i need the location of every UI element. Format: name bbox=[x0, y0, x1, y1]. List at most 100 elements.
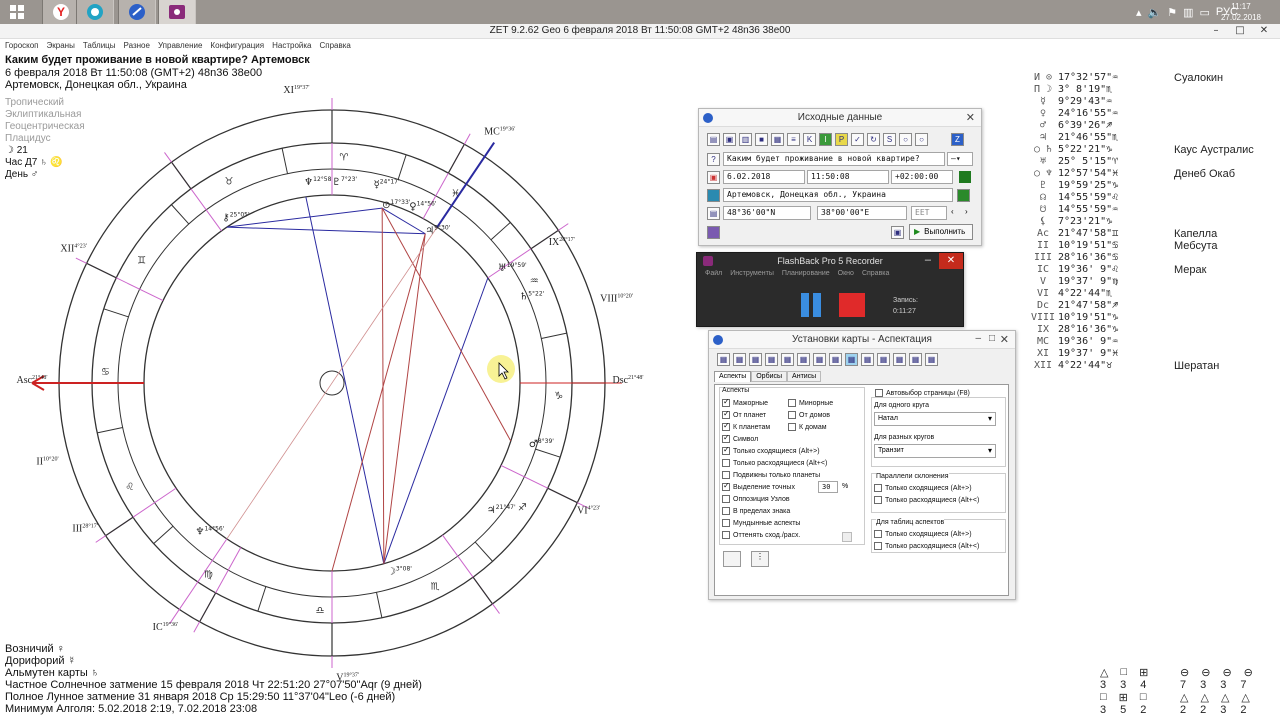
question-field[interactable]: Каким будет проживание в новой квартире? bbox=[723, 152, 945, 166]
flag-icon[interactable]: ⚑ bbox=[1167, 6, 1177, 19]
copy-data-icon[interactable]: ▣ bbox=[891, 226, 904, 239]
question-dropdown[interactable]: –▾ bbox=[947, 152, 973, 166]
tool-icon-7[interactable]: ▦ bbox=[813, 353, 826, 366]
map-icon[interactable] bbox=[957, 189, 970, 202]
longitude-field[interactable]: 38°00'00"E bbox=[817, 206, 907, 220]
planet-row[interactable]: ☿ 9°29'43"♒ bbox=[1028, 96, 1254, 108]
pause-button[interactable] bbox=[801, 293, 823, 317]
tool-icon-10[interactable]: ▦ bbox=[861, 353, 874, 366]
aspect-option-check[interactable]: Выделение точных bbox=[722, 481, 827, 493]
timezone-field[interactable]: +02:00:00 bbox=[891, 170, 953, 184]
fb-menu-file[interactable]: Файл bbox=[705, 270, 722, 277]
tool-icon-9[interactable]: ▦ bbox=[845, 353, 858, 366]
aspect-option-check[interactable]: К домам bbox=[788, 421, 833, 433]
planet-row[interactable]: IC 19°36' 9"♌ Мерак bbox=[1028, 264, 1254, 276]
close-icon[interactable]: ✕ bbox=[939, 253, 963, 269]
planet-row[interactable]: IX 28°16'36"♑ bbox=[1028, 324, 1254, 336]
planet-row[interactable]: ♂ 6°39'26"♐ bbox=[1028, 120, 1254, 132]
tab-aspects[interactable]: Аспекты bbox=[714, 371, 752, 382]
place-field[interactable]: Артемовск, Донецкая обл., Украина bbox=[723, 188, 953, 202]
z-icon[interactable]: Z bbox=[951, 133, 964, 146]
aspect-option-check[interactable]: Символ bbox=[722, 433, 827, 445]
taskbar-app-yandex[interactable]: Y bbox=[42, 0, 80, 24]
tool-icon-12[interactable]: ▦ bbox=[893, 353, 906, 366]
planet-row[interactable]: П ☽ 3° 8'19"♏ bbox=[1028, 84, 1254, 96]
start-button[interactable] bbox=[0, 0, 34, 24]
aspect-option-check[interactable]: Только расходящиеся (Alt+<) bbox=[722, 457, 827, 469]
k-icon[interactable]: K bbox=[803, 133, 816, 146]
tool-icon-8[interactable]: ▦ bbox=[829, 353, 842, 366]
tool-icon-6[interactable]: ▦ bbox=[797, 353, 810, 366]
prev-icon[interactable]: ‹ bbox=[951, 207, 954, 216]
parallels-separating-check[interactable]: Только расходящиеся (Alt+<) bbox=[874, 494, 979, 506]
planet-row[interactable]: V 19°37' 9"♍ bbox=[1028, 276, 1254, 288]
flashback-titlebar[interactable]: FlashBack Pro 5 Recorder – ✕ bbox=[697, 253, 963, 270]
aspect-option-check[interactable]: Минорные bbox=[788, 397, 833, 409]
close-button[interactable]: ✕ bbox=[1252, 24, 1276, 39]
run-button[interactable]: ▶ Выполнить bbox=[909, 224, 973, 240]
horoscope-wheel[interactable]: ♑ ♒ ♓ ♈ ♉ ♊ ♋ ♌ ♍ ♎ ♏ ♐ XI19°37' MC19°36' IX28°17' VIII… bbox=[0, 50, 700, 680]
maximize-button[interactable]: □ bbox=[1228, 24, 1252, 39]
next-icon[interactable]: › bbox=[965, 207, 968, 216]
minimize-icon[interactable]: – bbox=[925, 254, 931, 266]
tool-icon-11[interactable]: ▦ bbox=[877, 353, 890, 366]
planet-row[interactable]: ⚸ 7°23'21"♑ bbox=[1028, 216, 1254, 228]
planet-row[interactable]: ♇ 19°59'25"♑ bbox=[1028, 180, 1254, 192]
aspect-settings-titlebar[interactable]: Установки карты - Аспектация – □ ✕ bbox=[709, 331, 1015, 349]
apply-button[interactable] bbox=[723, 551, 741, 567]
tool-icon-14[interactable]: ▦ bbox=[925, 353, 938, 366]
planet-row[interactable]: ♀ 24°16'55"♒ bbox=[1028, 108, 1254, 120]
planet-row[interactable]: ○ ♄ 5°22'21"♑ Каус Аустралис bbox=[1028, 144, 1254, 156]
message-icon[interactable]: ▭ bbox=[1200, 6, 1210, 19]
planet-row[interactable]: MC 19°36' 9"♒ bbox=[1028, 336, 1254, 348]
table-icon[interactable]: ▦ bbox=[771, 133, 784, 146]
stop-button[interactable] bbox=[839, 293, 865, 317]
diff-circle-select[interactable]: Транзит bbox=[874, 444, 996, 458]
check-icon[interactable]: ✓ bbox=[851, 133, 864, 146]
fb-menu-window[interactable]: Окно bbox=[838, 270, 854, 277]
planet-row[interactable]: VIII 10°19'51"♑ bbox=[1028, 312, 1254, 324]
taskbar-app-zet[interactable] bbox=[118, 0, 156, 24]
minimize-button[interactable]: – bbox=[1204, 24, 1228, 39]
planet-row[interactable]: Ac 21°47'58"♊ Капелла bbox=[1028, 228, 1254, 240]
planet-row[interactable]: ☋ 14°55'59"♒ bbox=[1028, 204, 1254, 216]
tool-icon-3[interactable]: ▦ bbox=[749, 353, 762, 366]
tables-converging-check[interactable]: Только сходящиеся (Alt+>) bbox=[874, 528, 979, 540]
tab-antiscia[interactable]: Антисы bbox=[787, 371, 822, 382]
tab-orbs[interactable]: Орбисы bbox=[751, 371, 788, 382]
exact-percent-field[interactable]: 30 bbox=[818, 481, 838, 493]
tool-icon-13[interactable]: ▦ bbox=[909, 353, 922, 366]
minimize-icon[interactable]: – bbox=[975, 333, 981, 344]
maximize-icon[interactable]: □ bbox=[989, 333, 995, 344]
date-field[interactable]: 6.02.2018 bbox=[723, 170, 805, 184]
aspect-option-check[interactable]: Оппозиция Узлов bbox=[722, 493, 827, 505]
tzname-field[interactable]: EET bbox=[911, 206, 947, 220]
aspect-option-check[interactable]: В пределах знака bbox=[722, 505, 827, 517]
planet-row[interactable]: III 28°16'36"♋ bbox=[1028, 252, 1254, 264]
fb-menu-help[interactable]: Справка bbox=[862, 270, 889, 277]
tz-color-icon[interactable] bbox=[959, 171, 971, 183]
shade-color-box[interactable] bbox=[842, 532, 852, 542]
planet-row[interactable]: XI 19°37' 9"♓ bbox=[1028, 348, 1254, 360]
taskbar-app-globe[interactable] bbox=[76, 0, 114, 24]
settings-icon[interactable] bbox=[707, 226, 720, 239]
save-icon[interactable]: ■ bbox=[755, 133, 768, 146]
aspect-option-check[interactable]: Оттенять сход./расх. bbox=[722, 529, 827, 541]
circle-icon[interactable]: ○ bbox=[899, 133, 912, 146]
tool-icon-4[interactable]: ▦ bbox=[765, 353, 778, 366]
fb-menu-tools[interactable]: Инструменты bbox=[730, 270, 774, 277]
aspect-option-check[interactable]: Подвижны только планеты bbox=[722, 469, 827, 481]
volume-icon[interactable]: 🔈 bbox=[1148, 6, 1162, 19]
time-field[interactable]: 11:50:08 bbox=[807, 170, 889, 184]
aspect-option-check[interactable]: Только сходящиеся (Alt+>) bbox=[722, 445, 827, 457]
fb-menu-schedule[interactable]: Планирование bbox=[782, 270, 830, 277]
close-icon[interactable]: ✕ bbox=[1000, 333, 1009, 346]
i-icon[interactable]: I bbox=[819, 133, 832, 146]
pk-icon[interactable]: P bbox=[835, 133, 848, 146]
circle-icon-2[interactable]: ○ bbox=[915, 133, 928, 146]
rotate-icon[interactable]: ↻ bbox=[867, 133, 880, 146]
parallels-converging-check[interactable]: Только сходящиеся (Alt+>) bbox=[874, 482, 979, 494]
clock[interactable]: 11:17 27.02.2018 bbox=[1216, 1, 1266, 23]
planet-row[interactable]: ☊ 14°55'59"♌ bbox=[1028, 192, 1254, 204]
planet-row[interactable]: II 10°19'51"♋ Мебсута bbox=[1028, 240, 1254, 252]
